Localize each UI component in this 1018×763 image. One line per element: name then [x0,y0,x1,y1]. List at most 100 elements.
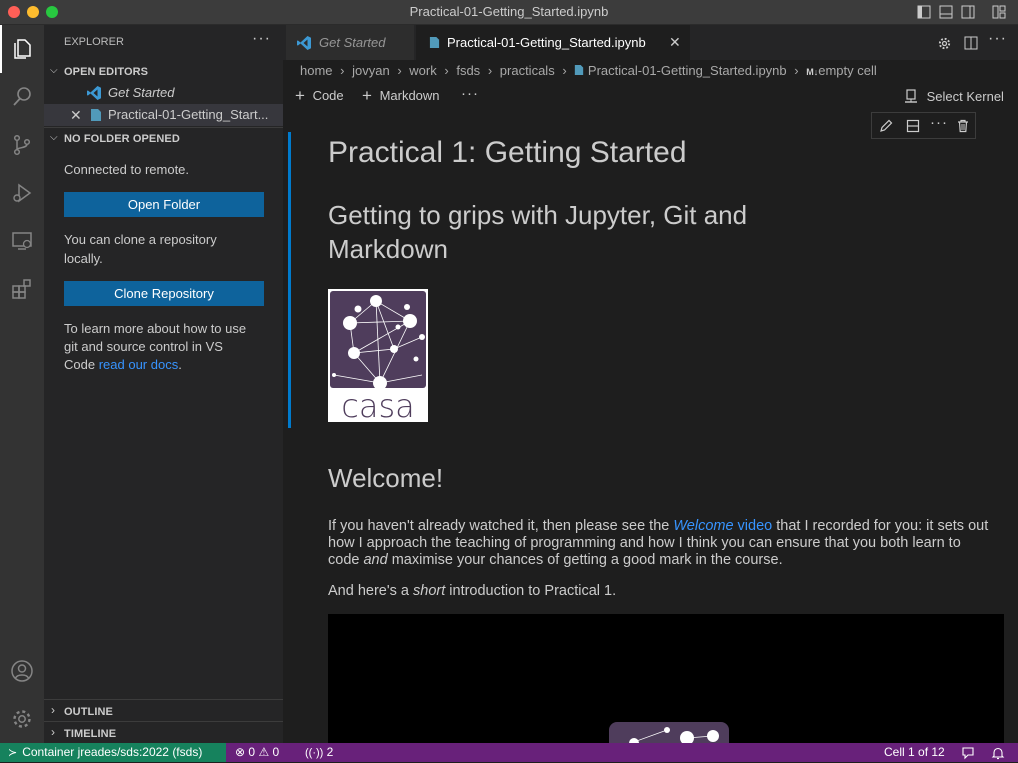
chevron-down-icon: ⌵ [50,132,58,143]
more-actions-icon[interactable]: ··· [988,30,1007,48]
gear-icon[interactable] [937,36,952,51]
outline-title: OUTLINE [64,706,113,718]
timeline-header[interactable]: › TIMELINE [44,721,283,743]
add-markdown-cell-button[interactable]: + Markdown [362,86,440,106]
toggle-panel-icon[interactable] [939,5,953,19]
error-count: 0 [248,745,256,759]
source-control-button[interactable] [0,123,44,167]
remote-explorer-button[interactable] [0,219,44,263]
no-folder-header[interactable]: ⌵ NO FOLDER OPENED [44,127,283,149]
breadcrumb: home › jovyan › work › fsds › practicals… [300,63,877,78]
accounts-button[interactable] [0,649,44,693]
clone-text-line1: You can clone a repository [64,232,217,247]
breadcrumb-item[interactable]: jovyan [352,63,390,78]
breadcrumb-item[interactable]: practicals [500,63,555,78]
activity-bar [0,25,44,743]
search-button[interactable] [0,75,44,119]
sidebar-title: EXPLORER [64,36,124,48]
tab-label: Get Started [319,35,386,50]
chevron-right-icon: › [51,703,55,717]
extensions-icon [12,279,31,299]
read-docs-link[interactable]: read our docs [99,357,179,372]
outline-header[interactable]: › OUTLINE [44,699,283,721]
account-icon [11,660,33,682]
close-editor-icon[interactable]: ✕ [70,107,82,124]
window-title: Practical-01-Getting_Started.ipynb [409,4,609,19]
clone-text-line2: locally. [64,251,103,266]
select-kernel-button[interactable]: Select Kernel [903,88,1004,104]
video-thumbnail-logo [609,722,729,743]
breadcrumb-item[interactable]: fsds [456,63,480,78]
notifications-bell-icon[interactable] [991,746,1005,760]
notebook-file-icon [91,109,101,121]
vscode-logo-icon [297,36,311,50]
casa-logo-text: casa [341,387,414,422]
breadcrumb-item[interactable]: empty cell [818,63,877,78]
learn-suffix: . [178,357,182,372]
more-actions-icon[interactable]: ··· [461,85,479,102]
more-actions-icon[interactable]: ··· [252,30,271,48]
heading-1: Practical 1: Getting Started [328,136,687,169]
more-actions-icon[interactable]: ··· [930,114,948,131]
heading-2-line2: Markdown [328,234,448,264]
remote-explorer-icon [12,232,32,250]
toggle-sidebar-icon[interactable] [917,5,931,19]
broadcast-icon: ((·)) [305,747,324,759]
notebook-file-icon [575,65,584,75]
explorer-button[interactable] [0,27,44,71]
welcome-video-link[interactable]: Welcome video [673,518,772,534]
add-code-cell-button[interactable]: + Code [295,86,344,106]
link-emphasis: Welcome [673,518,734,534]
paragraph-1-line3: code and maximise your chances of gettin… [328,552,783,569]
casa-network-logo: casa [330,291,426,425]
embedded-video[interactable] [328,614,1004,743]
chevron-down-icon: ⌵ [50,65,58,76]
warning-icon: ⚠ [258,745,270,759]
manage-button[interactable] [0,697,44,741]
clone-repository-button[interactable]: Clone Repository [64,281,264,306]
gear-icon [13,710,31,728]
open-editor-item-notebook[interactable]: ✕ Practical-01-Getting_Start... [44,104,283,126]
text-span: introduction to Practical 1. [445,583,617,599]
tab-get-started[interactable]: Get Started [286,25,415,60]
customize-layout-icon[interactable] [992,5,1006,19]
text-span: If you haven't already watched it, then … [328,518,674,534]
problems-indicator[interactable]: ⊗ 0 ⚠ 0 [235,743,279,762]
vscode-logo-icon [87,86,101,100]
text-emphasis: and [363,552,388,568]
open-editors-header[interactable]: ⌵ OPEN EDITORS [44,62,283,82]
network-logo-icon [629,727,719,743]
open-folder-button[interactable]: Open Folder [64,192,264,217]
breadcrumb-item[interactable]: work [409,63,436,78]
trash-icon[interactable] [955,118,971,134]
editor-tabs: Get Started Practical-01-Getting_Started… [283,25,1018,60]
run-debug-button[interactable] [0,171,44,215]
notebook-editor: home › jovyan › work › fsds › practicals… [283,60,1018,743]
toggle-secondary-sidebar-icon[interactable] [961,5,975,19]
heading-welcome: Welcome! [328,463,444,493]
split-editor-icon[interactable] [964,36,978,50]
ports-count: 2 [326,745,334,759]
split-cell-icon[interactable] [905,118,921,134]
edit-pencil-icon[interactable] [878,118,894,134]
remote-indicator[interactable]: ≻ Container jreades/sds:2022 (fsds) [0,743,226,762]
cell-focus-indicator [288,132,291,428]
paragraph-2: And here's a short introduction to Pract… [328,583,616,600]
open-editor-item-get-started[interactable]: Get Started [44,82,283,104]
open-editor-label: Get Started [108,85,175,100]
add-markdown-label: Markdown [379,88,440,103]
cell-position[interactable]: Cell 1 of 12 [884,743,945,762]
breadcrumb-item[interactable]: home [300,63,333,78]
plus-icon: + [295,86,305,105]
casa-logo: casa [328,289,428,425]
close-tab-icon[interactable]: ✕ [669,25,681,60]
learn-text-line3: Code read our docs. [64,356,182,374]
feedback-icon[interactable] [961,746,975,760]
tab-notebook[interactable]: Practical-01-Getting_Started.ipynb ✕ [416,25,690,60]
open-editor-label: Practical-01-Getting_Start... [108,107,269,122]
markdown-cell-icon: M↓ [806,67,819,77]
learn-text-line1: To learn more about how to use [64,321,247,336]
extensions-button[interactable] [0,267,44,311]
breadcrumb-item[interactable]: Practical-01-Getting_Started.ipynb [588,63,787,78]
ports-indicator[interactable]: ((·)) 2 [305,743,333,763]
